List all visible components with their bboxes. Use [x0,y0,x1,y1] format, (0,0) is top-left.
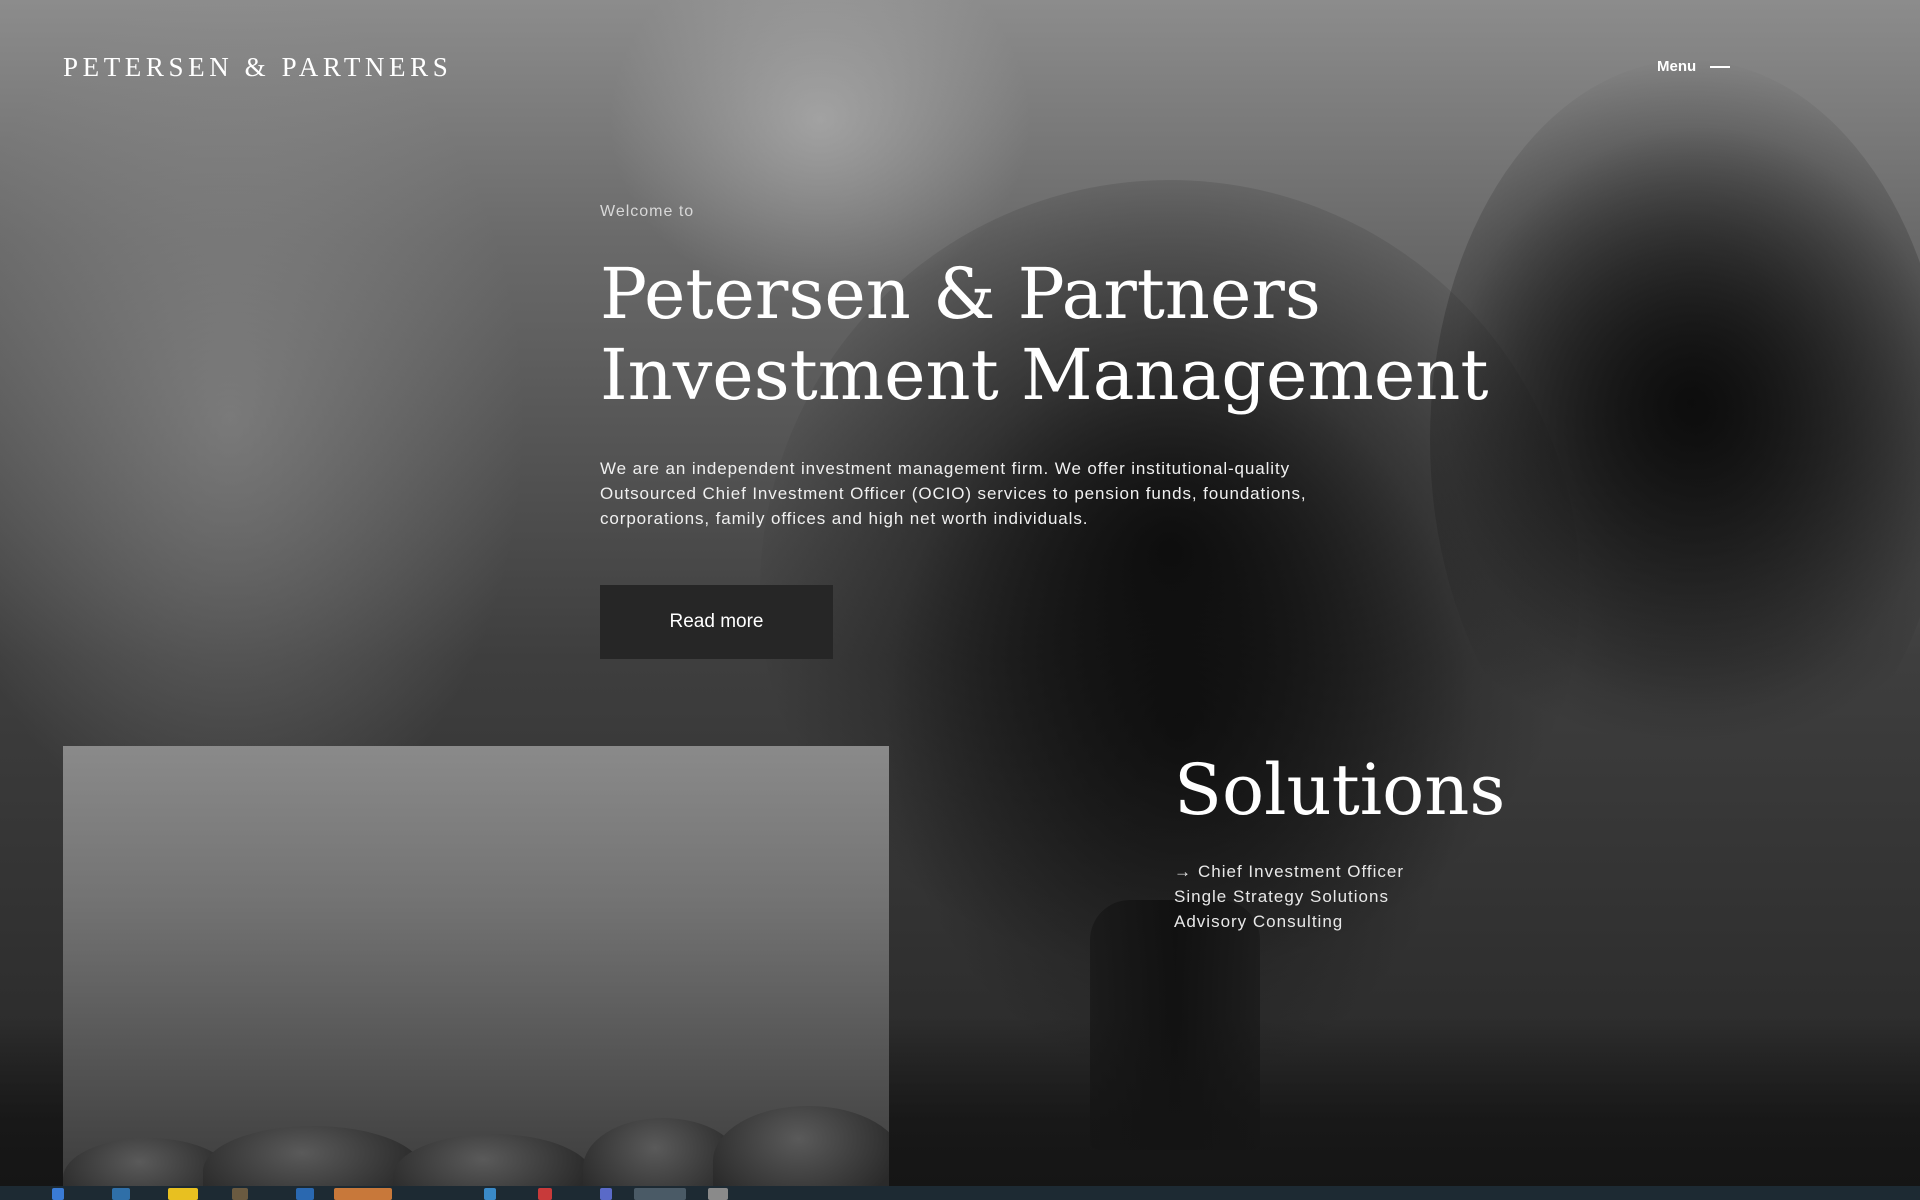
os-taskbar [0,1186,1920,1200]
site-header: PETERSEN & PARTNERS Menu [0,0,1920,140]
dash-icon [1710,65,1731,68]
menu-button[interactable]: Menu [1657,58,1731,75]
taskbar-active-app-icon[interactable] [334,1188,392,1200]
solutions-item-advisory-consulting[interactable]: Advisory Consulting [1174,909,1694,934]
solutions-section: Solutions → Chief Investment Officer Sing… [1174,748,1694,934]
solutions-item-label: Advisory Consulting [1174,912,1344,931]
read-more-button[interactable]: Read more [600,585,833,659]
solutions-item-single-strategy-solutions[interactable]: Single Strategy Solutions [1174,884,1694,909]
hero-description: We are an independent investment managem… [600,459,1307,528]
taskbar-app-icon[interactable] [484,1188,496,1200]
hero-title: Petersen & Partners Investment Managemen… [600,253,1489,416]
image-rock [203,1126,423,1186]
solutions-item-chief-investment-officer[interactable]: → Chief Investment Officer [1174,859,1694,884]
taskbar-app-icon[interactable] [112,1188,130,1200]
solutions-list: → Chief Investment Officer Single Strateg… [1174,859,1694,934]
taskbar-app-icon[interactable] [538,1188,552,1200]
menu-label: Menu [1657,58,1697,75]
background-tree [1430,60,1920,820]
taskbar-app-icon[interactable] [296,1188,314,1200]
solutions-item-label: Chief Investment Officer [1198,862,1405,881]
image-rock [393,1134,593,1186]
taskbar-app-icon[interactable] [52,1188,64,1200]
image-rock [713,1106,889,1186]
taskbar-app-icon[interactable] [708,1188,728,1200]
right-arrow-icon: → [1174,862,1192,881]
taskbar-app-icon[interactable] [634,1188,686,1200]
taskbar-app-icon[interactable] [232,1188,248,1200]
feature-image [63,746,889,1186]
solutions-item-label: Single Strategy Solutions [1174,887,1389,906]
site-logo[interactable]: PETERSEN & PARTNERS [63,52,452,83]
hero-welcome-text: Welcome to [600,203,695,220]
solutions-title: Solutions [1174,749,1506,831]
taskbar-folder-icon[interactable] [168,1188,198,1200]
taskbar-app-icon[interactable] [600,1188,612,1200]
